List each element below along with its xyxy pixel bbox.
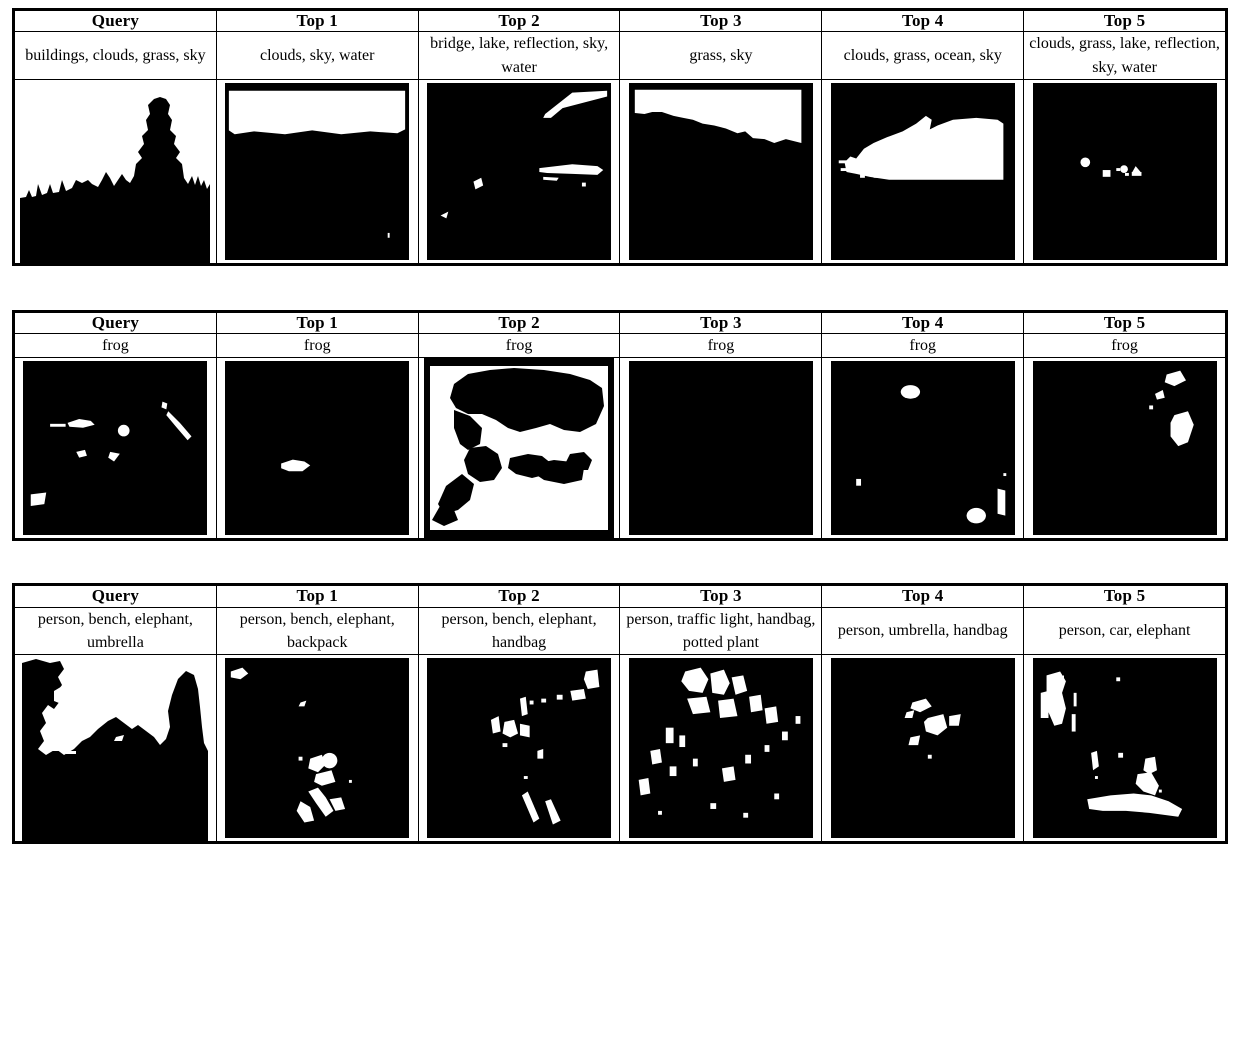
image-cell-top2 — [417, 78, 621, 264]
image-cell-top1 — [215, 357, 419, 540]
column-header-top5: Top 5 — [1023, 585, 1226, 608]
tag-cell-top1: person, bench, elephant, backpack — [215, 606, 419, 656]
column-header-query: Query — [14, 311, 217, 335]
horizon-skyline-mask — [625, 79, 816, 263]
column-header-top3: Top 3 — [619, 585, 823, 608]
results-table-2: Query Top 1 Top 2 Top 3 Top 4 Top 5 frog… — [14, 311, 1226, 540]
tag-cell-top1: frog — [215, 333, 419, 359]
tag-cell-top3: frog — [619, 333, 823, 359]
column-header-top5: Top 5 — [1023, 9, 1226, 33]
person-center-mask — [222, 655, 413, 842]
person-elephant-mask — [1029, 655, 1220, 842]
retrieval-results-figure: Query Top 1 Top 2 Top 3 Top 4 Top 5 buil… — [0, 0, 1240, 1047]
person-umbrella-mask — [827, 655, 1018, 842]
tag-row: buildings, clouds, grass, sky clouds, sk… — [14, 31, 1226, 80]
image-cell-top2 — [417, 654, 621, 843]
frog-corner-blobs-mask — [1029, 358, 1220, 539]
tag-cell-top5: clouds, grass, lake, reflection, sky, wa… — [1023, 31, 1226, 80]
results-block-2: Query Top 1 Top 2 Top 3 Top 4 Top 5 frog… — [12, 309, 1228, 542]
image-cell-top5 — [1023, 78, 1226, 264]
street-scene-mask — [625, 655, 816, 842]
results-table-1: Query Top 1 Top 2 Top 3 Top 4 Top 5 buil… — [14, 9, 1226, 264]
tag-cell-top4: person, umbrella, handbag — [821, 606, 1025, 656]
tag-cell-top3: person, traffic light, handbag, potted p… — [619, 606, 823, 656]
image-cell-query — [14, 654, 217, 843]
tag-row: frog frog frog frog frog frog — [14, 333, 1226, 359]
tag-cell-query: buildings, clouds, grass, sky — [14, 31, 217, 80]
tag-cell-top2: person, bench, elephant, handbag — [417, 606, 621, 656]
image-cell-top2 — [417, 357, 621, 540]
column-header-top2: Top 2 — [417, 9, 621, 33]
tag-cell-top3: grass, sky — [619, 31, 823, 80]
column-header-top5: Top 5 — [1023, 311, 1226, 335]
image-cell-top5 — [1023, 357, 1226, 540]
image-cell-query — [14, 357, 217, 540]
frog-small-blob-mask — [222, 358, 413, 539]
ocean-cloud-blob-mask — [827, 79, 1018, 263]
results-table-3: Query Top 1 Top 2 Top 3 Top 4 Top 5 pers… — [14, 585, 1226, 843]
column-header-top3: Top 3 — [619, 9, 823, 33]
results-block-3: Query Top 1 Top 2 Top 3 Top 4 Top 5 pers… — [12, 583, 1228, 845]
image-cell-top4 — [821, 654, 1025, 843]
column-header-top4: Top 4 — [821, 9, 1025, 33]
crowd-skyline-silhouette-mask — [20, 655, 211, 842]
image-cell-top4 — [821, 78, 1025, 264]
tag-cell-top5: frog — [1023, 333, 1226, 359]
tag-cell-query: person, bench, elephant, umbrella — [14, 606, 217, 656]
column-header-top1: Top 1 — [215, 311, 419, 335]
tag-cell-query: frog — [14, 333, 217, 359]
column-header-query: Query — [14, 585, 217, 608]
image-cell-top4 — [821, 357, 1025, 540]
tag-cell-top5: person, car, elephant — [1023, 606, 1226, 656]
column-header-top1: Top 1 — [215, 9, 419, 33]
header-row: Query Top 1 Top 2 Top 3 Top 4 Top 5 — [14, 9, 1226, 33]
sparse-clouds-mask — [1029, 79, 1220, 263]
column-header-top4: Top 4 — [821, 311, 1025, 335]
column-header-top2: Top 2 — [417, 311, 621, 335]
image-cell-top1 — [215, 654, 419, 843]
tag-cell-top2: bridge, lake, reflection, sky, water — [417, 31, 621, 80]
person-diagonal-mask — [424, 655, 615, 842]
column-header-top3: Top 3 — [619, 311, 823, 335]
results-block-1: Query Top 1 Top 2 Top 3 Top 4 Top 5 buil… — [12, 8, 1228, 266]
tag-cell-top4: clouds, grass, ocean, sky — [821, 31, 1025, 80]
sky-band-mask — [222, 79, 413, 263]
bridge-reflection-mask — [424, 79, 615, 263]
tag-cell-top4: frog — [821, 333, 1025, 359]
header-row: Query Top 1 Top 2 Top 3 Top 4 Top 5 — [14, 585, 1226, 608]
image-row — [14, 357, 1226, 540]
column-header-top2: Top 2 — [417, 585, 621, 608]
frog-two-blobs-mask — [827, 358, 1018, 539]
column-header-query: Query — [14, 9, 217, 33]
image-row — [14, 654, 1226, 843]
tag-cell-top2: frog — [417, 333, 621, 359]
image-cell-top1 — [215, 78, 419, 264]
image-cell-top5 — [1023, 654, 1226, 843]
column-header-top4: Top 4 — [821, 585, 1025, 608]
image-cell-top3 — [619, 357, 823, 540]
image-cell-top3 — [619, 78, 823, 264]
image-row — [14, 78, 1226, 264]
frog-silhouette-mask — [424, 358, 615, 539]
tag-cell-top1: clouds, sky, water — [215, 31, 419, 80]
frog-query-speckle-mask — [20, 358, 211, 539]
pagoda-silhouette-mask — [20, 79, 211, 263]
header-row: Query Top 1 Top 2 Top 3 Top 4 Top 5 — [14, 311, 1226, 335]
image-cell-query — [14, 78, 217, 264]
tag-row: person, bench, elephant, umbrella person… — [14, 606, 1226, 656]
column-header-top1: Top 1 — [215, 585, 419, 608]
image-cell-top3 — [619, 654, 823, 843]
frog-empty-mask — [625, 358, 816, 539]
